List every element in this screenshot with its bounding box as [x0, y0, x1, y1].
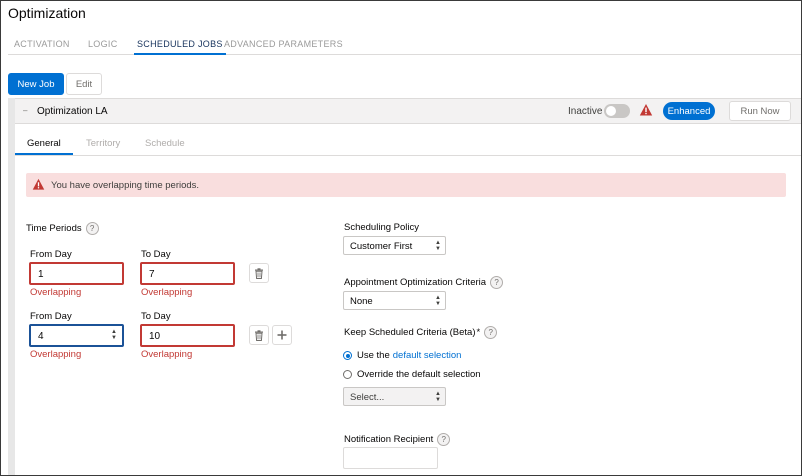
tab-logic[interactable]: LOGIC [88, 39, 118, 49]
delete-row-button-2[interactable] [249, 325, 269, 345]
from-day-error-1: Overlapping [30, 287, 82, 298]
from-day-value-2: 4 [38, 331, 44, 342]
active-toggle[interactable] [604, 104, 630, 118]
stepper-icon[interactable]: ▲ ▼ [111, 329, 117, 341]
time-periods-text: Time Periods [26, 223, 82, 234]
tab-advanced-parameters[interactable]: ADVANCED PARAMETERS [224, 39, 343, 49]
select-arrows-icon: ▲ ▼ [435, 240, 441, 252]
required-mark: * [476, 327, 481, 338]
overlap-alert: You have overlapping time periods. [26, 173, 786, 197]
job-sub-tab-bar: General Territory Schedule [15, 124, 801, 156]
appointment-criteria-label: Appointment Optimization Criteria ? [344, 276, 504, 289]
select-arrows-icon: ▲ ▼ [435, 391, 441, 403]
default-selection-link[interactable]: default selection [393, 350, 462, 361]
help-icon[interactable]: ? [437, 433, 451, 446]
enhanced-badge[interactable]: Enhanced [663, 102, 715, 120]
help-icon[interactable]: ? [85, 222, 99, 235]
scheduling-policy-value: Customer First [350, 241, 413, 252]
keep-scheduled-label: Keep Scheduled Criteria (Beta) * ? [344, 326, 498, 339]
edit-button[interactable]: Edit [66, 73, 102, 95]
add-row-button[interactable] [272, 325, 292, 345]
notification-recipient-label: Notification Recipient ? [344, 433, 451, 446]
main-tab-bar: ACTIVATION LOGIC SCHEDULED JOBS ADVANCED… [8, 31, 801, 55]
help-icon[interactable]: ? [490, 276, 504, 289]
collapse-icon[interactable]: – [23, 106, 27, 115]
radio-use-default-prefix: Use the [357, 350, 390, 361]
from-day-error-2: Overlapping [30, 349, 82, 360]
select-arrows-icon: ▲ ▼ [435, 295, 441, 307]
appointment-criteria-text: Appointment Optimization Criteria [344, 277, 487, 288]
warning-icon [639, 104, 653, 116]
to-day-label: To Day [141, 249, 171, 260]
radio-override-label: Override the default selection [357, 369, 481, 380]
job-panel-rail [8, 98, 15, 475]
delete-row-button-1[interactable] [249, 263, 269, 283]
scheduling-policy-select[interactable]: Customer First ▲ ▼ [343, 236, 446, 255]
new-job-button[interactable]: New Job [8, 73, 64, 95]
radio-override-default[interactable]: Override the default selection [343, 369, 481, 380]
to-day-label-2: To Day [141, 311, 171, 322]
keep-scheduled-placeholder: Select... [350, 392, 385, 403]
warning-icon [32, 178, 45, 190]
sub-tab-territory[interactable]: Territory [86, 138, 120, 149]
radio-unchecked-icon[interactable] [343, 370, 352, 379]
sub-tab-general[interactable]: General [27, 138, 61, 149]
trash-icon [255, 267, 263, 279]
run-now-button[interactable]: Run Now [729, 101, 791, 121]
radio-use-default[interactable]: Use the default selection [343, 350, 461, 361]
to-day-input-2[interactable]: 10 [140, 324, 235, 347]
alert-message: You have overlapping time periods. [51, 180, 200, 191]
from-day-input-1[interactable]: 1 [29, 262, 124, 285]
active-tab-indicator [134, 53, 226, 55]
page-title: Optimization [8, 5, 86, 21]
notification-recipient-text: Notification Recipient [344, 434, 434, 445]
active-sub-tab-indicator [15, 153, 73, 155]
notification-recipient-input[interactable] [343, 447, 438, 469]
from-day-label: From Day [30, 249, 72, 260]
job-status-label: Inactive [568, 106, 603, 117]
to-day-input-1[interactable]: 7 [140, 262, 235, 285]
job-name: Optimization LA [37, 106, 108, 117]
keep-scheduled-text: Keep Scheduled Criteria (Beta) [344, 327, 476, 338]
help-icon[interactable]: ? [484, 326, 498, 339]
appointment-criteria-value: None [350, 296, 373, 307]
from-day-input-2[interactable]: 4 ▲ ▼ [29, 324, 124, 347]
to-day-error-2: Overlapping [141, 349, 193, 360]
tab-scheduled-jobs[interactable]: SCHEDULED JOBS [137, 39, 223, 49]
toggle-knob [606, 106, 616, 116]
job-header: – Optimization LA Inactive Enhanced Run … [15, 98, 801, 124]
scheduling-policy-label: Scheduling Policy [344, 222, 419, 233]
keep-scheduled-select[interactable]: Select... ▲ ▼ [343, 387, 446, 406]
from-day-label-2: From Day [30, 311, 72, 322]
radio-checked-icon[interactable] [343, 351, 352, 360]
tab-activation[interactable]: ACTIVATION [14, 39, 70, 49]
sub-tab-schedule[interactable]: Schedule [145, 138, 185, 149]
app-frame: Optimization ACTIVATION LOGIC SCHEDULED … [0, 0, 802, 476]
trash-icon [255, 329, 263, 341]
time-periods-label: Time Periods ? [26, 222, 99, 235]
plus-icon [277, 330, 287, 340]
to-day-error-1: Overlapping [141, 287, 193, 298]
appointment-criteria-select[interactable]: None ▲ ▼ [343, 291, 446, 310]
